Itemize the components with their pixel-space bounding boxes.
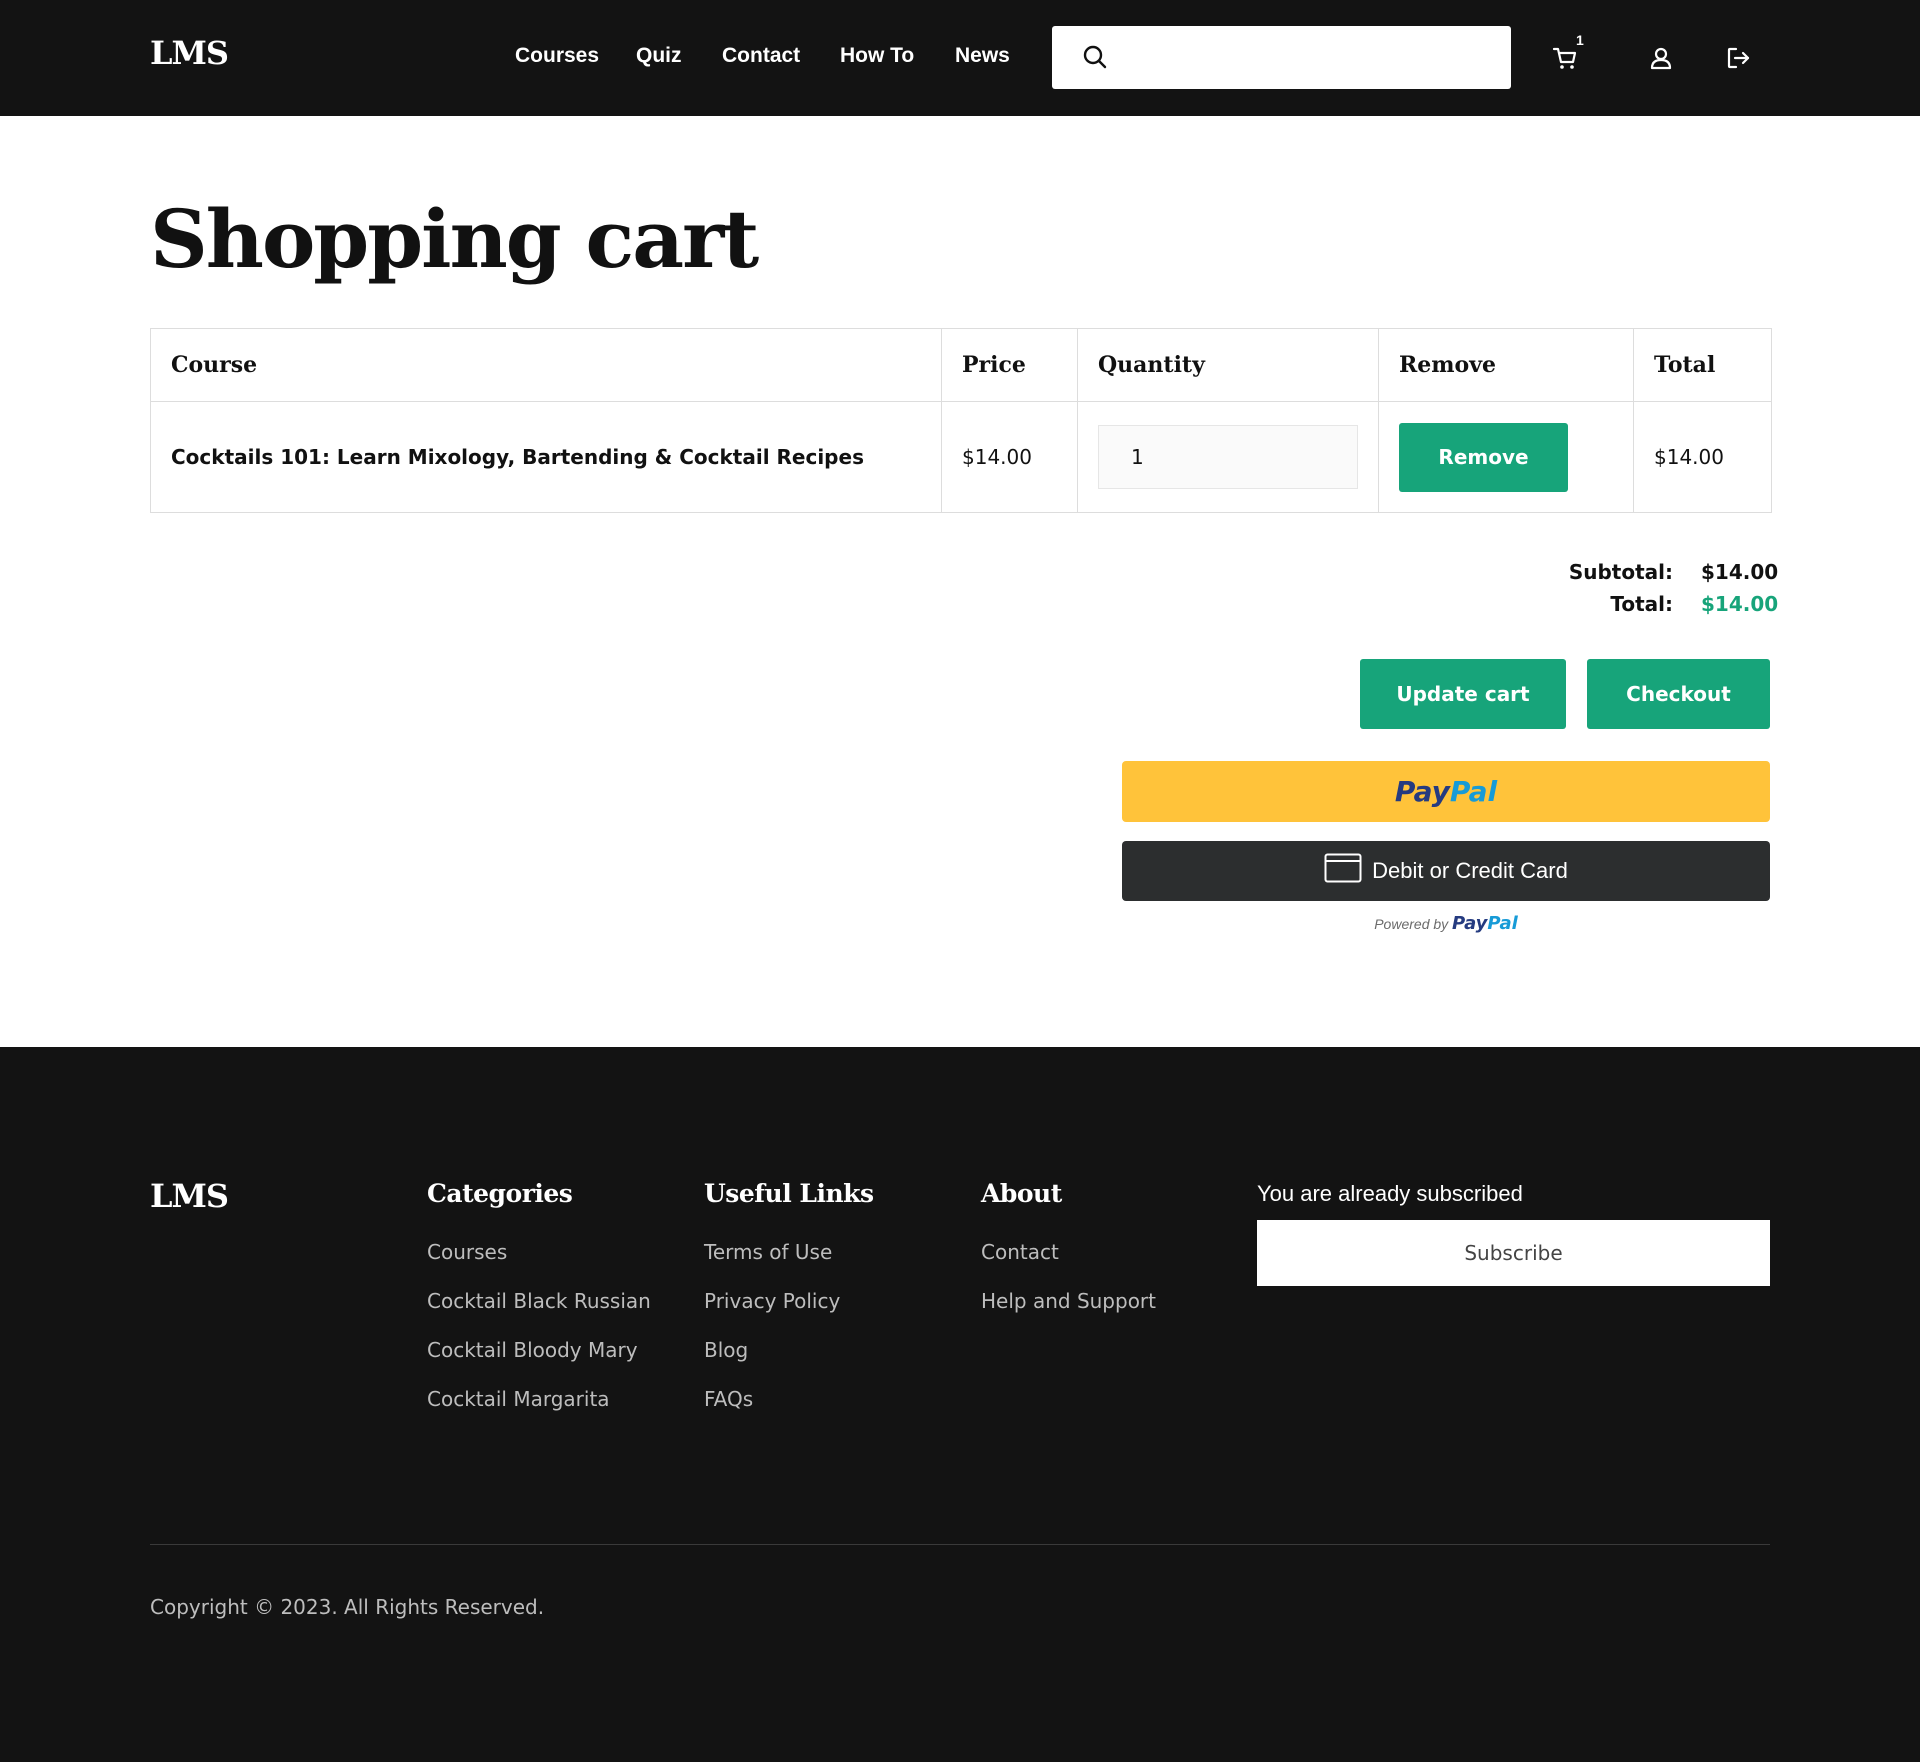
header-course: Course bbox=[150, 328, 942, 402]
site-logo[interactable]: LMS bbox=[150, 34, 229, 72]
remove-cell: Remove bbox=[1378, 401, 1634, 513]
header-total: Total bbox=[1633, 328, 1772, 402]
copyright: Copyright © 2023. All Rights Reserved. bbox=[150, 1595, 545, 1619]
logout-icon[interactable] bbox=[1724, 44, 1752, 72]
footer-categories-title: Categories bbox=[427, 1179, 573, 1208]
powered-logo-pay: Pay bbox=[1452, 913, 1488, 934]
footer-link-help[interactable]: Help and Support bbox=[981, 1289, 1156, 1313]
cart-count-badge: 1 bbox=[1576, 32, 1584, 48]
course-price: $14.00 bbox=[941, 401, 1078, 513]
update-cart-button[interactable]: Update cart bbox=[1360, 659, 1566, 729]
table-header-row: Course Price Quantity Remove Total bbox=[150, 328, 1772, 402]
subtotal-row: Subtotal: $14.00 bbox=[1568, 556, 1779, 588]
subscribe-button[interactable]: Subscribe bbox=[1257, 1220, 1770, 1286]
nav-quiz[interactable]: Quiz bbox=[636, 44, 682, 68]
site-header: LMS Courses Quiz Contact How To News 1 bbox=[0, 0, 1920, 116]
course-name[interactable]: Cocktails 101: Learn Mixology, Bartendin… bbox=[150, 401, 942, 513]
search-icon[interactable] bbox=[1082, 44, 1108, 75]
powered-by-paypal: Powered by PayPal bbox=[1122, 913, 1770, 934]
debit-credit-card-button[interactable]: Debit or Credit Card bbox=[1122, 841, 1770, 901]
footer-link-courses[interactable]: Courses bbox=[427, 1240, 651, 1264]
powered-logo-pal: Pal bbox=[1487, 913, 1518, 934]
nav-news[interactable]: News bbox=[955, 44, 1010, 68]
row-total: $14.00 bbox=[1633, 401, 1772, 513]
total-label: Total: bbox=[1610, 592, 1673, 616]
footer-logo[interactable]: LMS bbox=[150, 1177, 229, 1215]
quantity-cell bbox=[1077, 401, 1379, 513]
footer-about: About Contact Help and Support bbox=[981, 1179, 1156, 1338]
nav-how-to[interactable]: How To bbox=[840, 44, 914, 68]
subscription-status: You are already subscribed bbox=[1257, 1181, 1523, 1206]
total-value: $14.00 bbox=[1701, 592, 1779, 616]
powered-by-text: Powered by bbox=[1374, 916, 1449, 932]
footer-useful-links: Useful Links Terms of Use Privacy Policy… bbox=[704, 1179, 874, 1436]
credit-card-icon bbox=[1324, 853, 1362, 889]
footer-link-terms[interactable]: Terms of Use bbox=[704, 1240, 874, 1264]
header-price: Price bbox=[941, 328, 1078, 402]
footer-link-contact[interactable]: Contact bbox=[981, 1240, 1156, 1264]
quantity-input[interactable] bbox=[1098, 425, 1358, 489]
site-footer: LMS Categories Courses Cocktail Black Ru… bbox=[0, 1047, 1920, 1762]
footer-about-title: About bbox=[981, 1179, 1062, 1208]
footer-link-blog[interactable]: Blog bbox=[704, 1338, 874, 1362]
subtotal-value: $14.00 bbox=[1701, 560, 1779, 584]
nav-contact[interactable]: Contact bbox=[722, 44, 800, 68]
page-title: Shopping cart bbox=[150, 192, 759, 286]
header-quantity: Quantity bbox=[1077, 328, 1379, 402]
cart-icon[interactable] bbox=[1551, 44, 1579, 72]
paypal-logo-pal: Pal bbox=[1449, 775, 1498, 808]
subtotal-label: Subtotal: bbox=[1568, 560, 1673, 584]
nav-courses[interactable]: Courses bbox=[515, 44, 599, 68]
footer-divider bbox=[150, 1544, 1770, 1545]
cart-table: Course Price Quantity Remove Total Cockt… bbox=[150, 328, 1772, 513]
card-button-label: Debit or Credit Card bbox=[1372, 858, 1568, 883]
footer-useful-links-title: Useful Links bbox=[704, 1179, 874, 1208]
total-row: Total: $14.00 bbox=[1569, 588, 1779, 620]
footer-link-bloody-mary[interactable]: Cocktail Bloody Mary bbox=[427, 1338, 651, 1362]
checkout-button[interactable]: Checkout bbox=[1587, 659, 1770, 729]
table-row: Cocktails 101: Learn Mixology, Bartendin… bbox=[150, 401, 1772, 513]
footer-categories: Categories Courses Cocktail Black Russia… bbox=[427, 1179, 651, 1436]
cart-totals: Subtotal: $14.00 Total: $14.00 bbox=[1568, 556, 1779, 620]
search-input[interactable] bbox=[1122, 36, 1492, 78]
user-icon[interactable] bbox=[1647, 44, 1675, 72]
remove-button[interactable]: Remove bbox=[1399, 422, 1568, 492]
paypal-logo-pay: Pay bbox=[1394, 775, 1450, 808]
header-remove: Remove bbox=[1378, 328, 1634, 402]
footer-link-privacy[interactable]: Privacy Policy bbox=[704, 1289, 874, 1313]
footer-link-margarita[interactable]: Cocktail Margarita bbox=[427, 1387, 651, 1411]
paypal-button[interactable]: Pay Pal bbox=[1122, 761, 1770, 822]
footer-link-black-russian[interactable]: Cocktail Black Russian bbox=[427, 1289, 651, 1313]
search-box bbox=[1052, 26, 1511, 89]
footer-link-faqs[interactable]: FAQs bbox=[704, 1387, 874, 1411]
